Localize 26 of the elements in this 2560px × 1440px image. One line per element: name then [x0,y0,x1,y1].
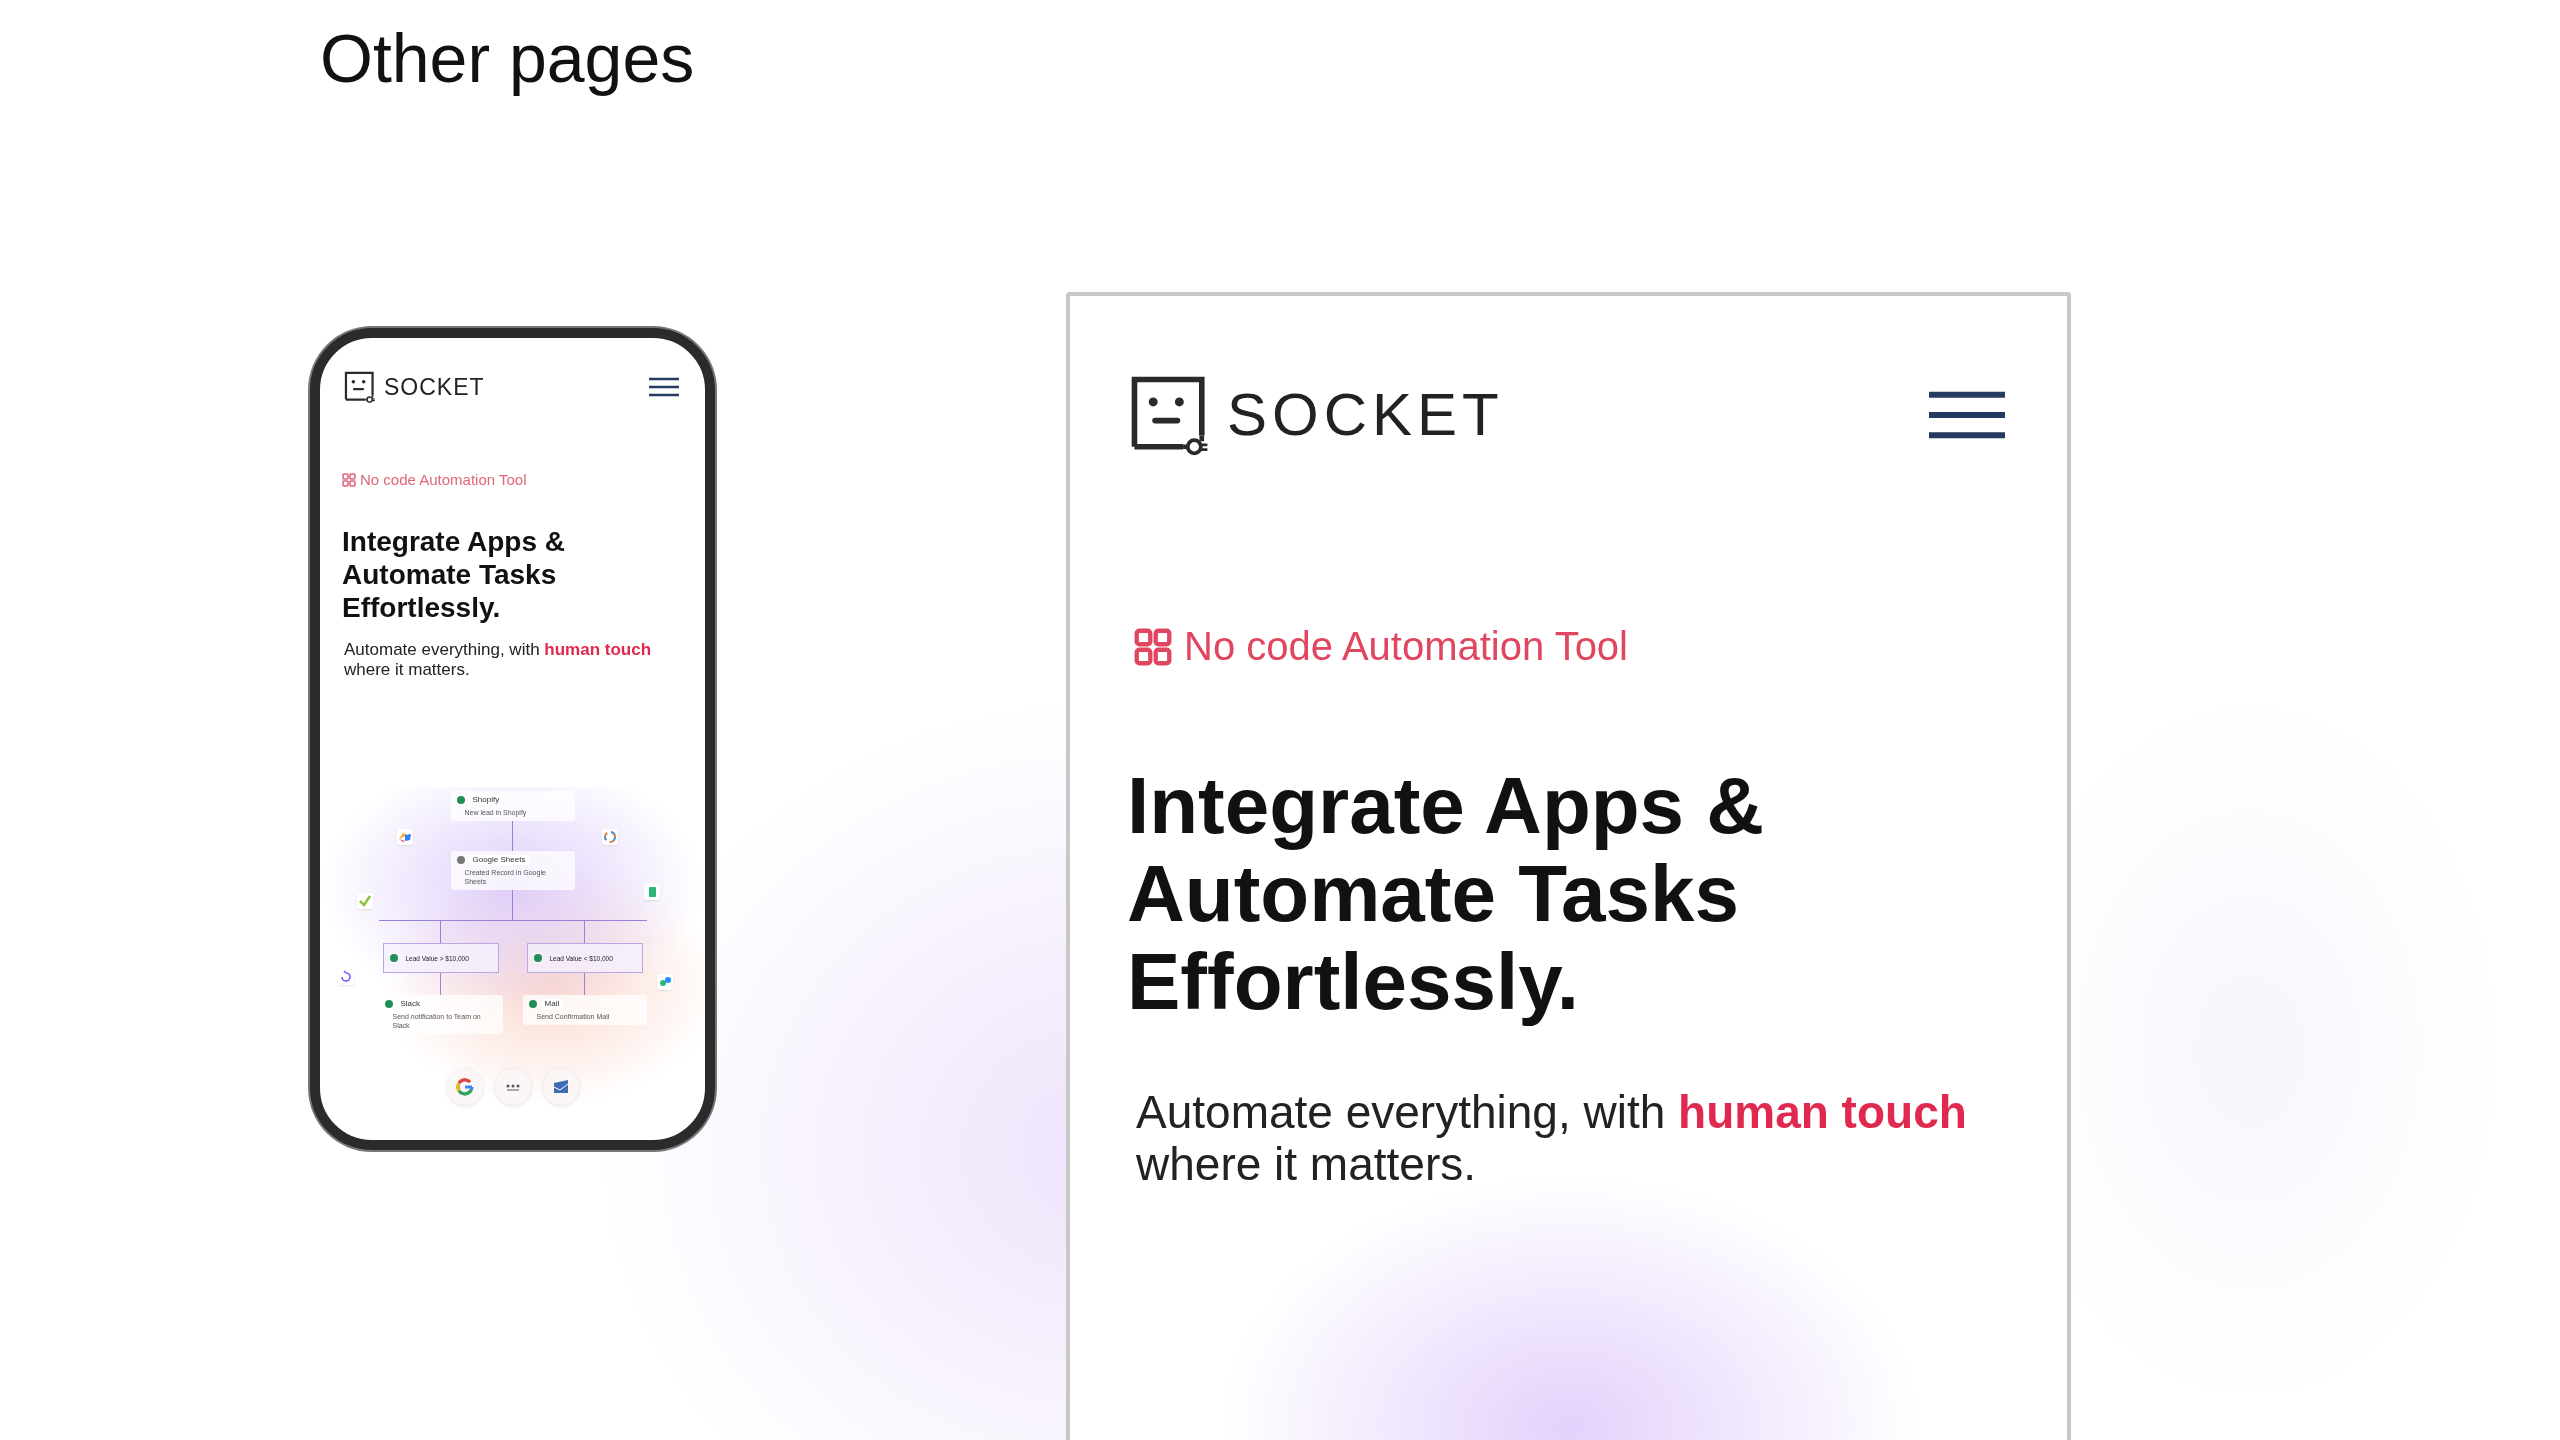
app-label: Google Sheets [468,855,530,865]
hero-heading: Integrate Apps & Automate Tasks Effortlessly. [1127,762,1766,1026]
grid-icon [342,472,356,487]
logo-icon [342,370,378,404]
menu-icon[interactable] [649,377,679,397]
mail-icon [542,1069,579,1105]
app-label: Shopify [468,795,504,805]
app-icon [644,884,660,900]
hero-subtitle: Automate everything, with human touch where it matters. [1136,1086,1968,1190]
grid-icon [1134,627,1172,666]
logo-text: SOCKET [1227,385,1504,445]
logo-text: SOCKET [384,375,485,399]
app-icon [397,829,413,845]
tag-text: No code Automation Tool [1184,624,1628,669]
hero-heading: Integrate Apps & Automate Tasks Effortlessly. [342,525,566,624]
password-icon [494,1069,531,1105]
hero-subtitle: Automate everything, with human touch where it matters. [344,640,653,680]
app-label: Mail [540,999,564,1009]
google-icon [446,1069,483,1105]
ring-icon [602,829,618,845]
menu-icon[interactable] [1929,389,2005,441]
dots-icon [657,974,673,990]
refresh-icon [338,969,354,985]
page-title: Other pages [319,19,696,94]
tag-text: No code Automation Tool [360,471,527,488]
check-icon [357,893,373,909]
